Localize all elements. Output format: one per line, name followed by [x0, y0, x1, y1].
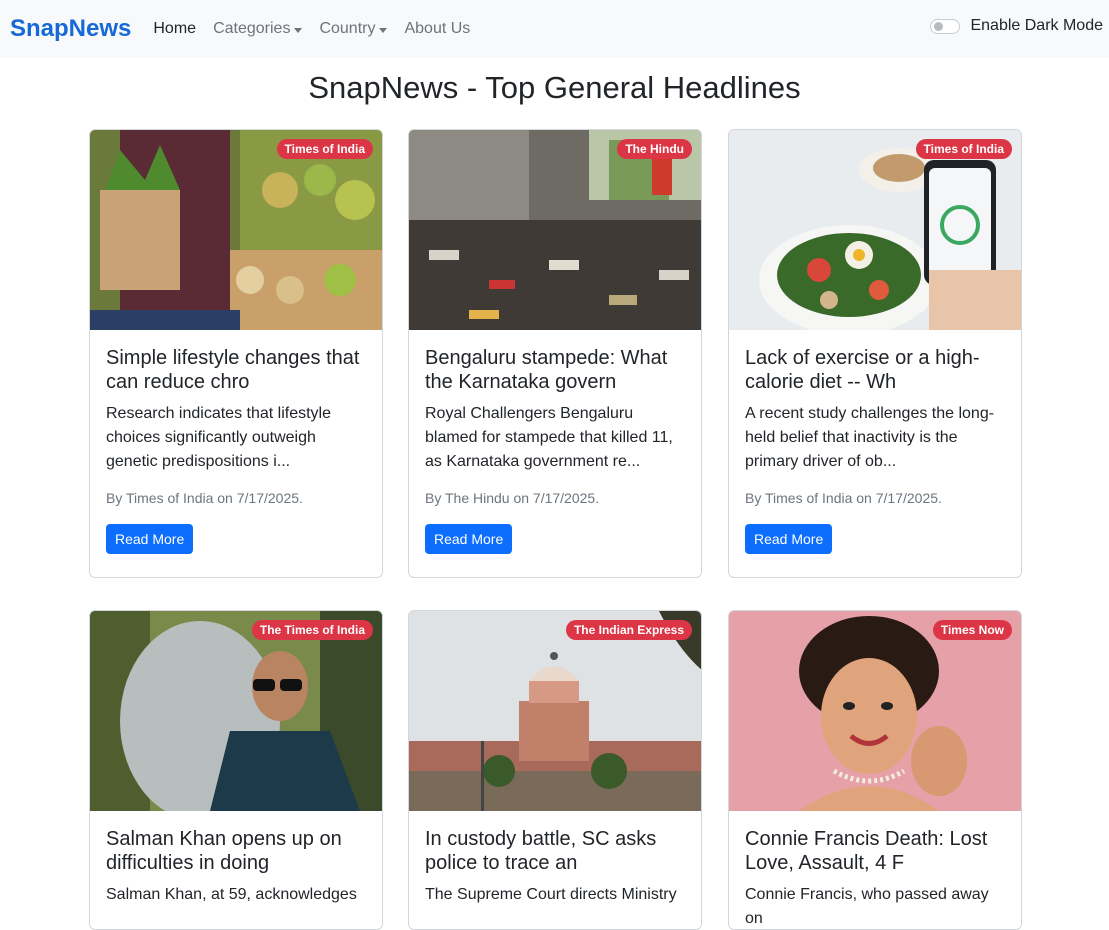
- news-card: The Indian Express In custody battle, SC…: [408, 610, 702, 930]
- card-title: In custody battle, SC asks police to tra…: [425, 828, 657, 874]
- source-badge: The Indian Express: [565, 620, 692, 640]
- source-badge: Times Now: [932, 620, 1012, 640]
- nav-categories-dropdown[interactable]: Categories: [213, 20, 303, 38]
- news-card: Times of India Simple lifestyle changes …: [89, 129, 383, 578]
- card-title: Salman Khan opens up on difficulties in …: [106, 828, 342, 874]
- card-description: A recent study challenges the long-held …: [745, 405, 995, 470]
- nav-country-dropdown[interactable]: Country: [319, 20, 388, 38]
- card-description: Salman Khan, at 59, acknowledges: [106, 886, 357, 903]
- news-card: The Times of India Salman Khan opens up …: [89, 610, 383, 930]
- source-badge: Times of India: [915, 139, 1012, 159]
- brand-logo[interactable]: SnapNews: [10, 15, 131, 43]
- source-badge: The Hindu: [617, 139, 692, 159]
- supreme-court-image: The Indian Express: [409, 611, 701, 811]
- card-title: Connie Francis Death: Lost Love, Assault…: [745, 828, 988, 874]
- caret-down-icon: [379, 27, 388, 33]
- news-card: Times of India Lack of exercise or a hig…: [728, 129, 1022, 578]
- nav-home-label: Home: [153, 20, 197, 37]
- card-title: Lack of exercise or a high-calorie diet …: [745, 347, 980, 393]
- switch-knob-icon: [934, 21, 944, 31]
- card-byline: By The Hindu on 7/17/2025.: [425, 490, 600, 506]
- card-description: The Supreme Court directs Ministry: [425, 886, 677, 903]
- card-byline: By Times of India on 7/17/2025.: [106, 490, 303, 506]
- news-card: The Hindu Bengaluru stampede: What the K…: [408, 129, 702, 578]
- grocery-shopper-image: Times of India: [90, 130, 382, 330]
- read-more-button[interactable]: Read More: [745, 524, 833, 554]
- read-more-button[interactable]: Read More: [425, 524, 513, 554]
- page-title: SnapNews - Top General Headlines: [308, 70, 801, 105]
- dark-mode-label: Enable Dark Mode: [970, 17, 1103, 34]
- card-title: Bengaluru stampede: What the Karnataka g…: [425, 347, 668, 393]
- card-byline: By Times of India on 7/17/2025.: [745, 490, 942, 506]
- nav-home[interactable]: Home: [153, 20, 196, 38]
- dark-mode-switch[interactable]: [930, 18, 961, 34]
- nav-categories-label: Categories: [213, 20, 291, 37]
- card-title: Simple lifestyle changes that can reduce…: [106, 347, 360, 393]
- card-description: Research indicates that lifestyle choice…: [106, 405, 331, 470]
- source-badge: The Times of India: [251, 620, 373, 640]
- nav-about-label: About Us: [404, 20, 471, 37]
- connie-francis-image: Times Now: [729, 611, 1021, 811]
- nav-about[interactable]: About Us: [404, 20, 470, 38]
- read-more-button[interactable]: Read More: [106, 524, 194, 554]
- nav-country-label: Country: [319, 20, 376, 37]
- salman-khan-image: The Times of India: [90, 611, 382, 811]
- card-description: Royal Challengers Bengaluru blamed for s…: [425, 405, 673, 470]
- salad-phone-image: Times of India: [729, 130, 1021, 330]
- caret-down-icon: [294, 27, 303, 33]
- card-description: Connie Francis, who passed away on: [745, 886, 989, 927]
- news-card: Times Now Connie Francis Death: Lost Lov…: [728, 610, 1022, 930]
- stampede-shoes-image: The Hindu: [409, 130, 701, 330]
- source-badge: Times of India: [276, 139, 373, 159]
- dark-mode-toggle[interactable]: Enable Dark Mode: [930, 17, 1103, 35]
- navbar: SnapNews Home Categories Country About U…: [0, 0, 1109, 58]
